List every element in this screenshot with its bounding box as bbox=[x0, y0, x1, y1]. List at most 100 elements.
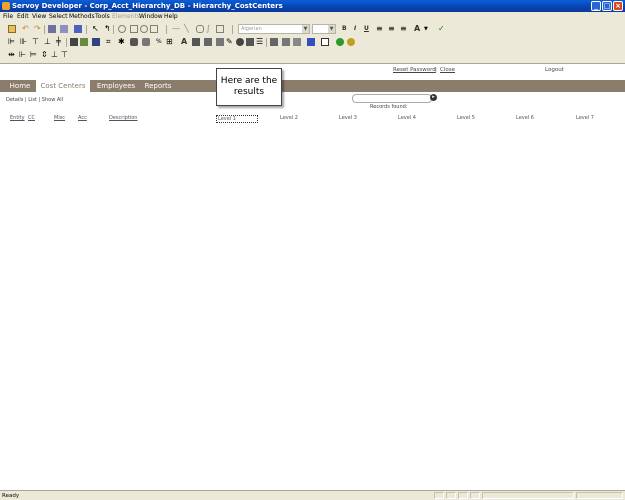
refresh-icon[interactable] bbox=[347, 38, 355, 46]
ungroup-icon[interactable]: ✱ bbox=[118, 38, 126, 46]
plugin-icon[interactable] bbox=[336, 38, 344, 46]
separator bbox=[66, 38, 67, 47]
minimize-button[interactable]: _ bbox=[591, 1, 601, 11]
percent-icon[interactable]: % bbox=[156, 38, 164, 46]
tab-reports[interactable]: Reports bbox=[141, 80, 175, 92]
menu-methods[interactable]: Methods bbox=[69, 13, 95, 21]
column-header-description[interactable]: Description bbox=[109, 115, 137, 121]
view-mode-links[interactable]: Details | List | Show All bbox=[6, 97, 63, 103]
column-header-level-6[interactable]: Level 6 bbox=[516, 115, 534, 121]
menu-view[interactable]: View bbox=[32, 13, 46, 21]
column-header-level-4[interactable]: Level 4 bbox=[398, 115, 416, 121]
split-icon[interactable] bbox=[282, 38, 290, 46]
square-icon[interactable] bbox=[150, 25, 158, 33]
align-left-edges-icon[interactable]: ⊫ bbox=[8, 38, 16, 46]
open-icon[interactable] bbox=[8, 25, 16, 33]
underline-button[interactable]: U bbox=[364, 25, 369, 33]
tab-employees[interactable]: Employees bbox=[96, 80, 136, 92]
bring-forward-icon[interactable] bbox=[130, 38, 138, 46]
menu-window[interactable]: Window bbox=[139, 13, 163, 21]
chevron-down-icon[interactable]: ▼ bbox=[424, 25, 432, 33]
form-icon[interactable] bbox=[48, 25, 56, 33]
menu-tools[interactable]: Tools bbox=[95, 13, 110, 21]
brush-icon[interactable]: ✎ bbox=[226, 38, 234, 46]
align-right-edges-icon[interactable]: ⊪ bbox=[20, 38, 28, 46]
oval-icon[interactable] bbox=[118, 25, 126, 33]
italic-button[interactable]: I bbox=[354, 25, 356, 33]
diagonal-line-icon[interactable]: ╲ bbox=[184, 25, 192, 33]
window-title: Servoy Developer - Corp_Acct_Hierarchy_D… bbox=[12, 2, 283, 10]
line-icon[interactable]: — bbox=[172, 25, 180, 33]
distribute-top-icon[interactable]: ⊥ bbox=[51, 51, 59, 59]
tab-home[interactable]: Home bbox=[6, 80, 34, 92]
distribute-horizontal-icon[interactable]: ⇹ bbox=[8, 51, 16, 59]
curve-icon[interactable]: ∫ bbox=[206, 25, 214, 33]
calendar-icon[interactable] bbox=[321, 38, 329, 46]
close-window-button[interactable]: × bbox=[613, 1, 623, 11]
align-center-icon[interactable]: ╪ bbox=[56, 38, 64, 46]
text-button[interactable]: A bbox=[181, 38, 187, 46]
undo-icon[interactable]: ↶ bbox=[22, 25, 30, 33]
column-header-level-3[interactable]: Level 3 bbox=[339, 115, 357, 121]
tab-order-icon[interactable]: ↰ bbox=[104, 25, 112, 33]
maximize-button[interactable]: □ bbox=[602, 1, 612, 11]
save-icon[interactable] bbox=[92, 38, 100, 46]
portal-icon[interactable] bbox=[270, 38, 278, 46]
sort-icon[interactable] bbox=[74, 25, 82, 33]
align-center-icon[interactable]: ≡ bbox=[388, 25, 396, 33]
menu-file[interactable]: File bbox=[3, 13, 13, 21]
menu-elements: Elements bbox=[112, 13, 140, 20]
align-right-icon[interactable]: ≡ bbox=[400, 25, 408, 33]
rounded-rect-icon[interactable] bbox=[196, 25, 204, 33]
column-header-cc[interactable]: CC bbox=[28, 115, 35, 121]
font-family-select[interactable]: Algerian ▼ bbox=[238, 24, 310, 34]
reset-password-link[interactable]: Reset Password bbox=[393, 67, 436, 73]
search-input[interactable] bbox=[352, 94, 432, 103]
distribute-right-icon[interactable]: ⊨ bbox=[30, 51, 38, 59]
column-header-level-1[interactable]: Level 1 bbox=[216, 115, 258, 123]
radio-icon[interactable] bbox=[236, 38, 244, 46]
image-icon[interactable] bbox=[216, 38, 224, 46]
align-bottom-edges-icon[interactable]: ⊥ bbox=[44, 38, 52, 46]
font-size-select[interactable]: ▼ bbox=[312, 24, 336, 34]
form-edit-icon[interactable] bbox=[60, 25, 68, 33]
button-icon[interactable] bbox=[192, 38, 200, 46]
send-backward-icon[interactable] bbox=[142, 38, 150, 46]
distribute-bottom-icon[interactable]: ⊤ bbox=[61, 51, 69, 59]
spellcheck-icon[interactable]: ✓ bbox=[438, 25, 446, 33]
pointer-icon[interactable]: ↖ bbox=[92, 25, 100, 33]
align-top-edges-icon[interactable]: ⊤ bbox=[32, 38, 40, 46]
menu-help[interactable]: Help bbox=[164, 13, 178, 21]
tab-icon[interactable] bbox=[293, 38, 301, 46]
group-icon[interactable]: ⌗ bbox=[106, 38, 114, 46]
align-left-icon[interactable]: ≡ bbox=[376, 25, 384, 33]
distribute-left-icon[interactable]: ⊩ bbox=[19, 51, 27, 59]
column-header-misc[interactable]: Misc bbox=[54, 115, 65, 121]
column-header-level-7[interactable]: Level 7 bbox=[576, 115, 594, 121]
bean-icon[interactable] bbox=[307, 38, 315, 46]
rectangle-icon[interactable] bbox=[130, 25, 138, 33]
status-cell bbox=[446, 492, 456, 499]
menu-select[interactable]: Select bbox=[49, 13, 68, 21]
close-link[interactable]: Close bbox=[440, 67, 455, 73]
search-go-icon[interactable]: ▸ bbox=[430, 94, 437, 101]
anchor-icon[interactable]: ⊞ bbox=[166, 38, 174, 46]
column-header-level-2[interactable]: Level 2 bbox=[280, 115, 298, 121]
column-header-acc[interactable]: Acc bbox=[78, 115, 87, 121]
redo-icon[interactable]: ↷ bbox=[34, 25, 42, 33]
field-icon[interactable] bbox=[70, 38, 78, 46]
frame-icon[interactable] bbox=[216, 25, 224, 33]
tabpanel-icon[interactable] bbox=[80, 38, 88, 46]
circle-icon[interactable] bbox=[140, 25, 148, 33]
check-icon[interactable] bbox=[246, 38, 254, 46]
logout-link[interactable]: Logout bbox=[545, 67, 564, 73]
distribute-vertical-icon[interactable]: ⇕ bbox=[41, 51, 49, 59]
bold-button[interactable]: B bbox=[342, 25, 347, 33]
menu-edit[interactable]: Edit bbox=[17, 13, 29, 21]
label-icon[interactable] bbox=[204, 38, 212, 46]
column-header-entity[interactable]: Entity bbox=[10, 115, 25, 121]
tab-cost-centers[interactable]: Cost Centers bbox=[36, 80, 90, 92]
list-icon[interactable]: ☰ bbox=[256, 38, 264, 46]
text-color-button[interactable]: A bbox=[414, 25, 420, 33]
column-header-level-5[interactable]: Level 5 bbox=[457, 115, 475, 121]
